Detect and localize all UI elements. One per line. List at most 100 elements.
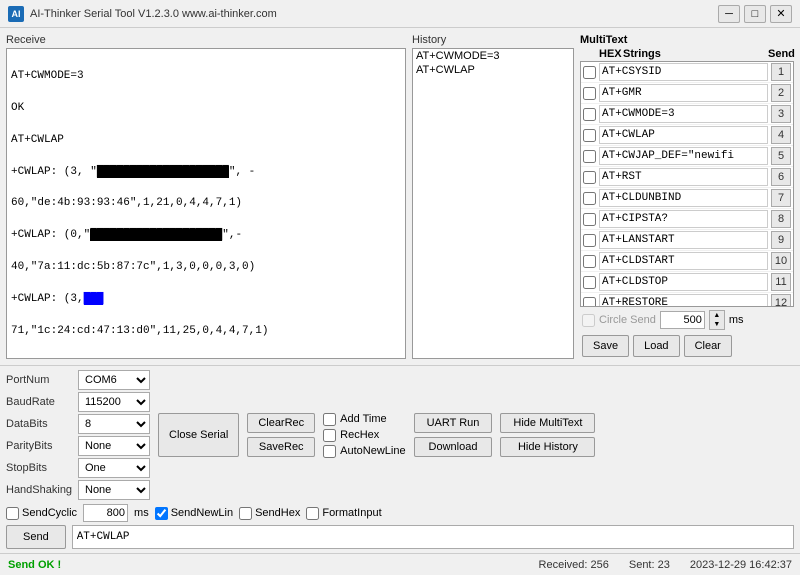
mt-send-btn-7[interactable]: 7 <box>771 189 791 207</box>
mt-send-btn-4[interactable]: 4 <box>771 126 791 144</box>
save-rec-button[interactable]: SaveRec <box>247 437 315 457</box>
mt-hex-check-2[interactable] <box>583 87 596 100</box>
history-item[interactable]: AT+CWLAP <box>413 63 573 77</box>
mt-hex-check-4[interactable] <box>583 129 596 142</box>
clear-multitext-button[interactable]: Clear <box>684 335 732 357</box>
mt-text-1[interactable] <box>599 63 768 81</box>
mt-text-3[interactable] <box>599 105 768 123</box>
download-button[interactable]: Download <box>414 437 493 457</box>
paritybits-select[interactable]: None <box>78 436 150 456</box>
stopbits-select[interactable]: One <box>78 458 150 478</box>
controls-row1: PortNum COM6 BaudRate 115200 DataBits 8 <box>6 370 794 500</box>
hide-history-button[interactable]: Hide History <box>500 437 595 457</box>
mt-hex-check-10[interactable] <box>583 255 596 268</box>
baudrate-select[interactable]: 115200 <box>78 392 150 412</box>
mt-send-btn-5[interactable]: 5 <box>771 147 791 165</box>
save-multitext-button[interactable]: Save <box>582 335 629 357</box>
send-hex-check[interactable] <box>239 507 252 520</box>
send-newline-label: SendNewLin <box>155 507 233 520</box>
mt-hex-check-7[interactable] <box>583 192 596 205</box>
send-hex-text: SendHex <box>255 507 300 519</box>
multitext-header: HEX Strings Send <box>580 48 794 60</box>
baudrate-label: BaudRate <box>6 396 74 408</box>
hide-buttons: Hide MultiText Hide History <box>500 413 595 457</box>
status-info: Received: 256 Sent: 23 2023-12-29 16:42:… <box>539 559 792 571</box>
circle-send-check[interactable] <box>582 314 595 327</box>
mt-text-5[interactable] <box>599 147 768 165</box>
add-time-check[interactable] <box>323 413 336 426</box>
mt-text-8[interactable] <box>599 210 768 228</box>
portnum-select[interactable]: COM6 <box>78 370 150 390</box>
mt-hex-check-8[interactable] <box>583 213 596 226</box>
received-count: Received: 256 <box>539 559 609 571</box>
baudrate-row: BaudRate 115200 <box>6 392 150 412</box>
mt-send-btn-6[interactable]: 6 <box>771 168 791 186</box>
status-bar: Send OK ! Received: 256 Sent: 23 2023-12… <box>0 553 800 575</box>
mt-send-btn-2[interactable]: 2 <box>771 84 791 102</box>
window-controls: ─ □ ✕ <box>718 5 792 23</box>
title-bar: AI AI-Thinker Serial Tool V1.2.3.0 www.a… <box>0 0 800 28</box>
hide-multitext-button[interactable]: Hide MultiText <box>500 413 595 433</box>
mt-send-btn-8[interactable]: 8 <box>771 210 791 228</box>
mt-text-4[interactable] <box>599 126 768 144</box>
ms-label2: ms <box>134 507 149 519</box>
mt-hex-check-6[interactable] <box>583 171 596 184</box>
clear-rec-button[interactable]: ClearRec <box>247 413 315 433</box>
send-cyclic-text: SendCyclic <box>22 507 77 519</box>
rec-hex-check[interactable] <box>323 429 336 442</box>
databits-select[interactable]: 8 <box>78 414 150 434</box>
mt-hex-check-9[interactable] <box>583 234 596 247</box>
multitext-panel: MultiText HEX Strings Send 1 2 <box>580 34 794 359</box>
receive-textarea[interactable]: AT+CWMODE=3 OK AT+CWLAP +CWLAP: (3, "███… <box>6 48 406 359</box>
mt-text-7[interactable] <box>599 189 768 207</box>
spinner-up-btn[interactable]: ▲ <box>710 311 724 320</box>
interval-input[interactable] <box>660 311 705 329</box>
send-cyclic-check[interactable] <box>6 507 19 520</box>
send-newline-check[interactable] <box>155 507 168 520</box>
cyclic-interval-input[interactable] <box>83 504 128 522</box>
history-list[interactable]: AT+CWMODE=3 AT+CWLAP <box>412 48 574 359</box>
mt-hex-check-3[interactable] <box>583 108 596 121</box>
history-item[interactable]: AT+CWMODE=3 <box>413 49 573 63</box>
mt-hex-check-12[interactable] <box>583 297 596 308</box>
mt-text-9[interactable] <box>599 231 768 249</box>
mt-text-12[interactable] <box>599 294 768 307</box>
load-multitext-button[interactable]: Load <box>633 335 679 357</box>
send-row: Send <box>6 525 794 549</box>
stopbits-row: StopBits One <box>6 458 150 478</box>
minimize-button[interactable]: ─ <box>718 5 740 23</box>
mt-text-10[interactable] <box>599 252 768 270</box>
multitext-row-2: 2 <box>581 83 793 104</box>
app-title: AI-Thinker Serial Tool V1.2.3.0 www.ai-t… <box>30 8 277 20</box>
mt-hex-check-5[interactable] <box>583 150 596 163</box>
mt-send-btn-11[interactable]: 11 <box>771 273 791 291</box>
auto-newline-label: AutoNewLine <box>340 445 405 457</box>
close-serial-button[interactable]: Close Serial <box>158 413 239 457</box>
send-input[interactable] <box>72 525 794 549</box>
options-checkboxes: Add Time RecHex AutoNewLine <box>323 413 405 458</box>
rec-hex-row: RecHex <box>323 429 405 442</box>
mt-hex-check-11[interactable] <box>583 276 596 289</box>
mt-send-btn-3[interactable]: 3 <box>771 105 791 123</box>
format-input-text: FormatInput <box>322 507 381 519</box>
send-button[interactable]: Send <box>6 525 66 549</box>
send-ok-status: Send OK ! <box>8 559 61 571</box>
handshaking-select[interactable]: None <box>78 480 150 500</box>
multitext-row-12: 12 <box>581 293 793 307</box>
multitext-row-10: 10 <box>581 251 793 272</box>
mt-send-btn-1[interactable]: 1 <box>771 63 791 81</box>
spinner-down-btn[interactable]: ▼ <box>710 320 724 329</box>
mt-text-2[interactable] <box>599 84 768 102</box>
mt-hex-check-1[interactable] <box>583 66 596 79</box>
auto-newline-check[interactable] <box>323 445 336 458</box>
close-button[interactable]: ✕ <box>770 5 792 23</box>
mt-send-btn-9[interactable]: 9 <box>771 231 791 249</box>
mt-text-11[interactable] <box>599 273 768 291</box>
maximize-button[interactable]: □ <box>744 5 766 23</box>
mt-text-6[interactable] <box>599 168 768 186</box>
stopbits-label: StopBits <box>6 462 74 474</box>
format-input-check[interactable] <box>306 507 319 520</box>
mt-send-btn-12[interactable]: 12 <box>771 294 791 307</box>
mt-send-btn-10[interactable]: 10 <box>771 252 791 270</box>
uart-run-button[interactable]: UART Run <box>414 413 493 433</box>
